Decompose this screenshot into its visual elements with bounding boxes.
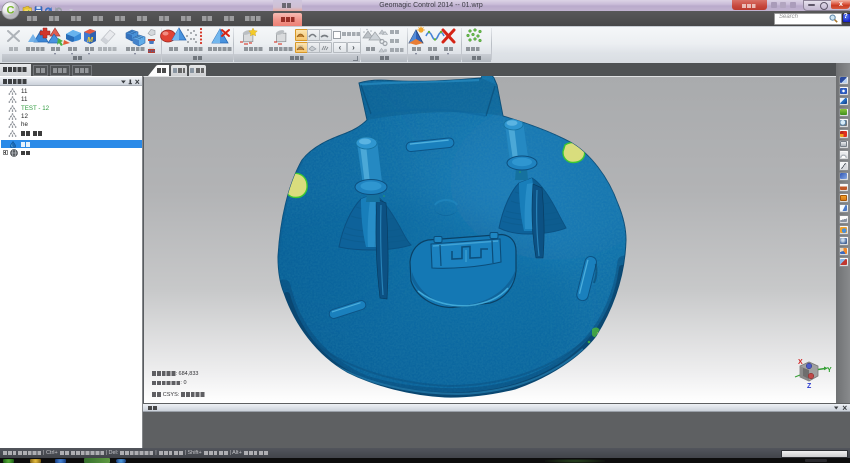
svg-text:Z: Z [807,383,812,390]
svg-text:X: X [798,359,803,366]
svg-text:C: C [7,5,15,17]
svg-text:M: M [87,37,93,44]
svg-text:Y: Y [827,367,832,374]
